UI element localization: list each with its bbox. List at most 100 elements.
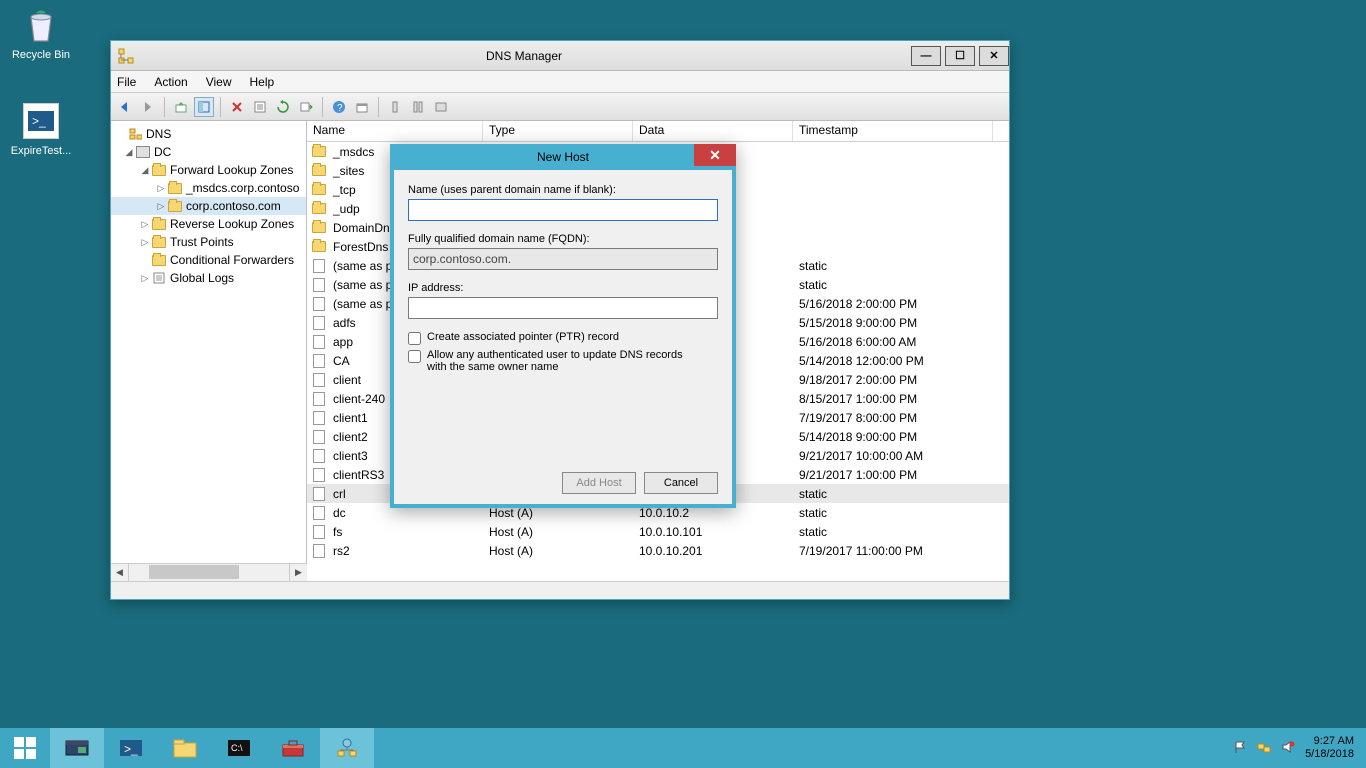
record-icon (311, 373, 327, 387)
record-icon (311, 506, 327, 520)
tree-dns-root[interactable]: DNS (111, 125, 306, 143)
record-icon (311, 430, 327, 444)
fqdn-label: Fully qualified domain name (FQDN): (408, 233, 718, 245)
svg-text:>_: >_ (32, 114, 46, 128)
svg-text:>_: >_ (124, 742, 138, 756)
record-icon (311, 525, 327, 539)
recycle-bin-label: Recycle Bin (12, 49, 70, 61)
record-icon (311, 297, 327, 311)
help-button[interactable]: ? (329, 97, 349, 117)
folder-icon (311, 221, 327, 235)
folder-icon (311, 202, 327, 216)
fqdn-input (408, 248, 718, 270)
col-type[interactable]: Type (483, 121, 633, 141)
titlebar[interactable]: DNS Manager — ☐ ✕ (111, 41, 1009, 71)
col-name[interactable]: Name (307, 121, 483, 141)
taskbar-server-manager[interactable] (50, 728, 104, 768)
ptr-checkbox[interactable] (408, 332, 421, 345)
tree-rlz[interactable]: ▷Reverse Lookup Zones (111, 215, 306, 233)
recycle-bin-icon[interactable]: Recycle Bin (4, 4, 78, 61)
menu-view[interactable]: View (206, 75, 232, 89)
folder-icon (311, 183, 327, 197)
ptr-label: Create associated pointer (PTR) record (427, 331, 619, 343)
close-button[interactable]: ✕ (979, 46, 1009, 66)
menu-action[interactable]: Action (154, 75, 187, 89)
svg-text:C:\: C:\ (231, 743, 243, 753)
record-icon (311, 392, 327, 406)
tray-flag-icon[interactable] (1233, 740, 1247, 757)
dialog-title[interactable]: New Host ✕ (390, 144, 736, 170)
expiretest-label: ExpireTest... (11, 145, 72, 157)
record-icon (311, 259, 327, 273)
forward-button[interactable] (138, 97, 158, 117)
record-icon (311, 335, 327, 349)
taskbar-powershell[interactable]: >_ (104, 728, 158, 768)
show-hide-button[interactable] (194, 97, 214, 117)
refresh-button[interactable] (273, 97, 293, 117)
auth-checkbox[interactable] (408, 350, 421, 363)
filter-button-3[interactable] (431, 97, 451, 117)
taskbar-explorer[interactable] (158, 728, 212, 768)
taskbar-dns-manager[interactable] (320, 728, 374, 768)
tree-global-logs[interactable]: ▷Global Logs (111, 269, 306, 287)
tree-dc[interactable]: ◢DC (111, 143, 306, 161)
properties-button[interactable] (250, 97, 270, 117)
start-button[interactable] (0, 728, 50, 768)
auth-label: Allow any authenticated user to update D… (427, 349, 697, 373)
tray-volume-icon[interactable] (1281, 740, 1295, 757)
record-icon (311, 544, 327, 558)
list-row[interactable]: rs2Host (A)10.0.10.2017/19/2017 11:00:00… (307, 541, 1009, 560)
window-title: DNS Manager (141, 49, 907, 63)
expiretest-icon[interactable]: >_ ExpireTest... (4, 100, 78, 157)
tree-corp-contoso[interactable]: ▷corp.contoso.com (111, 197, 306, 215)
list-header: Name Type Data Timestamp (307, 121, 1009, 142)
list-row[interactable]: fsHost (A)10.0.10.101static (307, 522, 1009, 541)
taskbar-toolbox[interactable] (266, 728, 320, 768)
back-button[interactable] (115, 97, 135, 117)
menu-file[interactable]: File (117, 75, 136, 89)
record-icon (311, 449, 327, 463)
toolbar: ? (111, 93, 1009, 121)
folder-icon (311, 164, 327, 178)
export-button[interactable] (296, 97, 316, 117)
tray-time[interactable]: 9:27 AM (1305, 735, 1354, 748)
svg-text:?: ? (337, 103, 343, 114)
dns-app-icon (117, 47, 135, 65)
record-icon (311, 316, 327, 330)
new-window-button[interactable] (352, 97, 372, 117)
tray-network-icon[interactable] (1257, 740, 1271, 757)
filter-button-1[interactable] (385, 97, 405, 117)
tray-date[interactable]: 5/18/2018 (1305, 748, 1354, 761)
name-label: Name (uses parent domain name if blank): (408, 184, 718, 196)
name-input[interactable] (408, 199, 718, 221)
record-icon (311, 278, 327, 292)
new-host-dialog: New Host ✕ Name (uses parent domain name… (390, 144, 736, 508)
record-icon (311, 354, 327, 368)
ip-input[interactable] (408, 297, 718, 319)
col-timestamp[interactable]: Timestamp (793, 121, 993, 141)
taskbar: >_ C:\ 9:27 AM 5/18/2018 (0, 728, 1366, 768)
tree-flz[interactable]: ◢Forward Lookup Zones (111, 161, 306, 179)
cancel-button[interactable]: Cancel (644, 472, 718, 494)
record-icon (311, 468, 327, 482)
maximize-button[interactable]: ☐ (945, 46, 975, 66)
add-host-button[interactable]: Add Host (562, 472, 636, 494)
up-button[interactable] (171, 97, 191, 117)
record-icon (311, 487, 327, 501)
col-data[interactable]: Data (633, 121, 793, 141)
tree-cond-fwd[interactable]: Conditional Forwarders (111, 251, 306, 269)
folder-icon (311, 240, 327, 254)
delete-button[interactable] (227, 97, 247, 117)
taskbar-cmd[interactable]: C:\ (212, 728, 266, 768)
tree-trust-points[interactable]: ▷Trust Points (111, 233, 306, 251)
folder-icon (311, 145, 327, 159)
statusbar (111, 581, 1009, 599)
menu-help[interactable]: Help (250, 75, 275, 89)
tree-panel[interactable]: DNS ◢DC ◢Forward Lookup Zones ▷_msdcs.co… (111, 121, 307, 563)
tree-hscrollbar[interactable]: ◀ ▶ (111, 563, 307, 581)
system-tray: 9:27 AM 5/18/2018 (1225, 728, 1366, 768)
minimize-button[interactable]: — (911, 46, 941, 66)
filter-button-2[interactable] (408, 97, 428, 117)
dialog-close-button[interactable]: ✕ (694, 144, 736, 166)
tree-msdcs[interactable]: ▷_msdcs.corp.contoso (111, 179, 306, 197)
